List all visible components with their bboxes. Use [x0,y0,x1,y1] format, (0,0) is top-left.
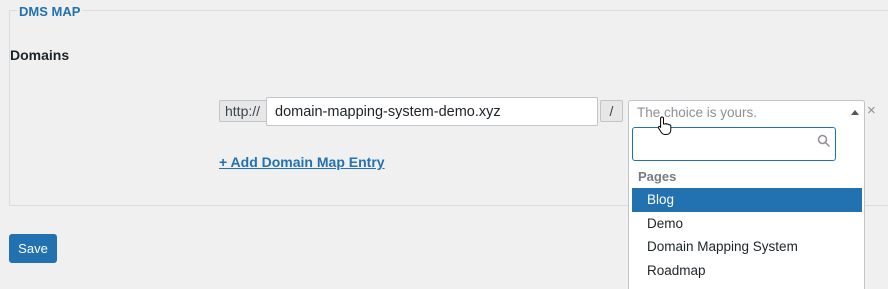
option-blog[interactable]: Blog [632,188,862,212]
search-icon [817,134,831,148]
select-placeholder: The choice is yours. [637,105,758,120]
section-legend: DMS MAP [17,4,83,19]
option-demo[interactable]: Demo [632,212,862,236]
add-domain-map-entry-link[interactable]: + Add Domain Map Entry [219,154,385,170]
close-icon[interactable]: × [867,103,876,118]
option-domain-mapping-system[interactable]: Domain Mapping System [632,235,862,259]
select-dropdown: Pages Blog Demo Domain Mapping System Ro… [628,124,865,289]
save-button[interactable]: Save [9,234,57,263]
pointer-hand-icon [657,116,672,135]
option-roadmap[interactable]: Roadmap [632,259,862,283]
option-group-pages: Pages [638,169,677,184]
path-separator: / [600,100,623,122]
chevron-up-icon [851,110,859,115]
protocol-prefix: http:// [219,100,267,122]
domains-label: Domains [10,47,70,63]
domain-input[interactable] [266,97,598,126]
